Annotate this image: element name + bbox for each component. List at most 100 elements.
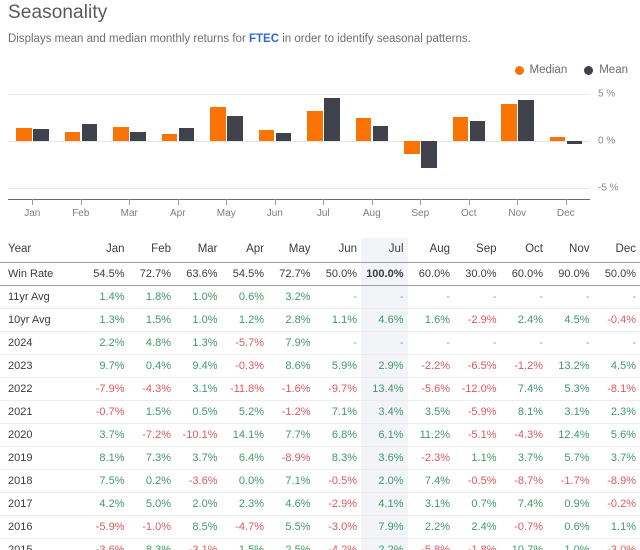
table-cell: -6.5% <box>467 360 497 372</box>
table-row-label: 2017 <box>8 498 33 510</box>
chart-bar-median-may[interactable] <box>210 106 226 142</box>
legend-item-median[interactable]: Median <box>514 64 568 76</box>
chart-bar-median-jul[interactable] <box>307 111 323 142</box>
table-column-header-mar[interactable]: Mar <box>175 238 222 263</box>
chart-bar-median-sep[interactable] <box>404 141 420 155</box>
table-row-label: 2016 <box>8 521 33 533</box>
table-column-header-aug[interactable]: Aug <box>408 238 455 263</box>
table-row-label: 2021 <box>8 406 33 418</box>
chart-bar-mean-may[interactable] <box>227 115 243 142</box>
chart-gridline-5 <box>8 94 590 96</box>
table-column-header-sep[interactable]: Sep <box>454 238 501 263</box>
table-column-header-jun[interactable]: Jun <box>315 238 362 263</box>
chart-bar-median-mar[interactable] <box>113 127 129 142</box>
legend-label-median: Median <box>529 64 568 76</box>
table-cell: 3.6% <box>361 446 408 470</box>
table-cell: -1.6% <box>281 383 311 395</box>
table-cell: 30.0% <box>465 268 497 280</box>
table-cell: 8.3% <box>331 452 357 464</box>
chart-bar-mean-feb[interactable] <box>81 124 97 142</box>
subtitle-text-after: in order to identify seasonal patterns. <box>279 33 471 45</box>
table-cell: 2.8% <box>285 314 311 326</box>
chart-x-tick <box>468 199 470 205</box>
chart-bar-mean-jan[interactable] <box>33 128 49 142</box>
table-column-header-dec[interactable]: Dec <box>594 238 640 263</box>
table-column-header-year[interactable]: Year <box>0 238 82 263</box>
table-column-header-jul[interactable]: Jul <box>361 238 408 263</box>
table-row: 2015 -3.6% 8.3% -3.1% 1.5% 2.5% -4.2% 2.2% -5.8%… <box>0 538 640 550</box>
table-cell: 0.4% <box>145 360 171 372</box>
table-cell: 3.1% <box>564 406 590 418</box>
table-cell: 2.4% <box>517 314 543 326</box>
table-cell: 1.8% <box>145 291 171 303</box>
chart-x-tick <box>80 199 82 205</box>
legend-swatch-median-icon <box>514 65 524 75</box>
table-cell: 72.7% <box>139 268 171 280</box>
chart-bar-mean-oct[interactable] <box>469 121 485 142</box>
table-cell: -5.8% <box>421 544 450 550</box>
table-cell: 50.0% <box>325 268 357 280</box>
chart-bar-mean-aug[interactable] <box>372 126 388 142</box>
legend-item-mean[interactable]: Mean <box>584 64 628 76</box>
chart-bar-median-jun[interactable] <box>258 129 274 142</box>
chart-bar-median-aug[interactable] <box>355 117 371 142</box>
table-cell: - <box>632 291 636 303</box>
table-cell: -10.1% <box>182 429 218 441</box>
table-cell: -9.7% <box>328 383 357 395</box>
chart-bar-mean-nov[interactable] <box>518 99 534 142</box>
table-cell: - <box>361 331 408 355</box>
table-column-header-oct[interactable]: Oct <box>501 238 548 263</box>
table-row: 2021 -0.7% 1.5% 0.5% 5.2% -1.2% 7.1% 3.4% 3.5% -5… <box>0 400 640 424</box>
table-cell: -11.8% <box>229 383 264 395</box>
table-cell: -8.1% <box>607 383 636 395</box>
chart-bar-median-dec[interactable] <box>549 137 565 142</box>
chart-bar-median-jan[interactable] <box>16 128 32 142</box>
chart-bar-median-oct[interactable] <box>452 116 468 142</box>
table-cell: 1.0% <box>192 291 218 303</box>
table-cell: 1.0% <box>564 544 590 550</box>
table-cell: -3.6% <box>95 544 125 550</box>
table-cell: -2.9% <box>328 498 357 510</box>
table-cell: -5.1% <box>467 429 497 441</box>
table-cell: 5.2% <box>238 406 264 418</box>
table-cell: -1.7% <box>560 475 590 487</box>
chart-bar-mean-apr[interactable] <box>178 128 194 142</box>
table-cell: 7.9% <box>285 337 311 349</box>
table-cell: 12.4% <box>558 429 590 441</box>
table-cell: -4.3% <box>142 383 171 395</box>
table-cell: 14.1% <box>232 429 264 441</box>
table-cell: 2.9% <box>361 354 408 378</box>
table-column-header-apr[interactable]: Apr <box>222 238 269 263</box>
table-column-header-jan[interactable]: Jan <box>82 238 129 263</box>
table-cell: -1.0% <box>142 521 171 533</box>
table-cell: -1.2% <box>281 406 311 418</box>
chart-bar-mean-jun[interactable] <box>275 132 291 142</box>
chart-bar-mean-dec[interactable] <box>566 141 582 144</box>
seasonality-page: { "header": { "title": "Seasonality", "s… <box>0 0 640 550</box>
chart-bar-median-feb[interactable] <box>64 131 80 142</box>
table-row: 2023 9.7% 0.4% 9.4% -0.3% 8.6% 5.9% 2.9% -2.2% -6… <box>0 354 640 378</box>
table-row-label: 2024 <box>8 337 33 349</box>
table-column-header-nov[interactable]: Nov <box>547 238 594 263</box>
chart-bar-median-nov[interactable] <box>501 103 517 142</box>
table-cell: -3.6% <box>188 475 218 487</box>
chart-bar-mean-sep[interactable] <box>421 141 437 169</box>
table-cell: 2.2% <box>361 538 408 550</box>
table-cell: -8.9% <box>607 475 636 487</box>
table-row-label: 2022 <box>8 383 33 395</box>
table-cell: 1.1% <box>331 314 357 326</box>
table-row: 2018 7.5% 0.2% -3.6% 0.0% 7.1% -0.5% 2.0% 7.4% -0… <box>0 469 640 493</box>
table-column-header-feb[interactable]: Feb <box>129 238 176 263</box>
table-cell: - <box>492 291 497 303</box>
table-column-header-may[interactable]: May <box>268 238 315 263</box>
ticker-link[interactable]: FTEC <box>249 33 279 45</box>
table-cell: - <box>539 337 543 349</box>
chart-bar-mean-jul[interactable] <box>324 98 340 142</box>
table-cell: - <box>585 337 590 349</box>
chart-bar-mean-mar[interactable] <box>130 131 146 142</box>
table-cell: 0.6% <box>238 291 264 303</box>
chart-bar-median-apr[interactable] <box>161 133 177 142</box>
table-row-label: 2020 <box>8 429 33 441</box>
table-cell: -0.7% <box>514 521 543 533</box>
table-cell: 1.1% <box>471 452 497 464</box>
